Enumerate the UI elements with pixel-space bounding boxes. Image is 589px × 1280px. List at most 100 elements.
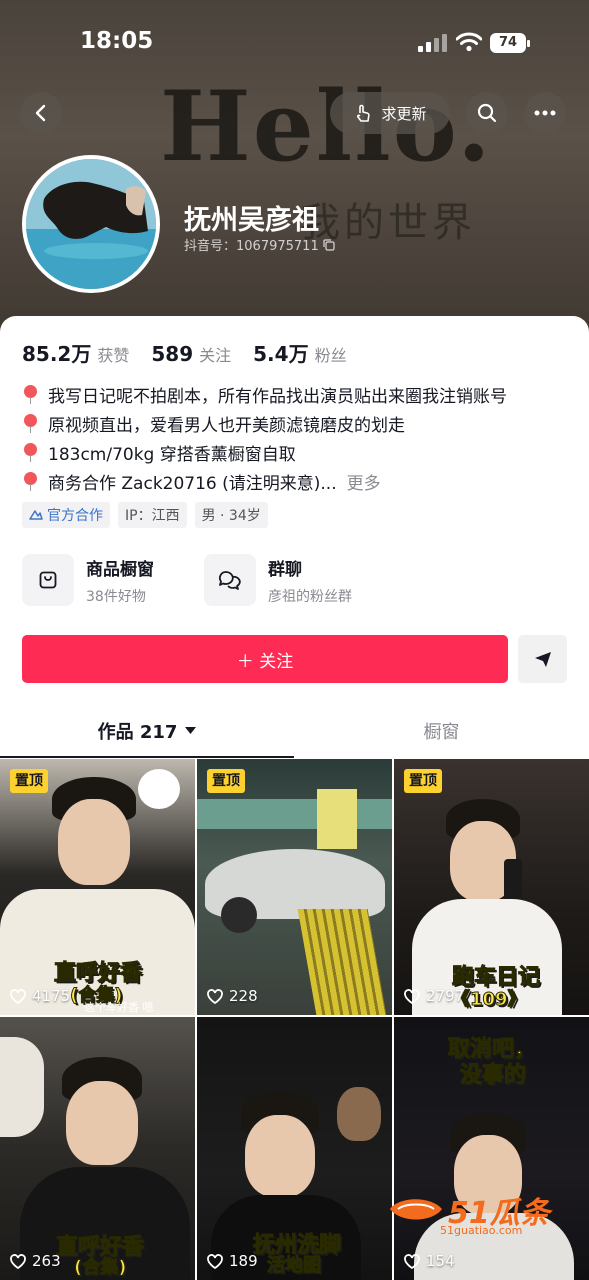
cover-face: [66, 1081, 138, 1165]
video-likes: 189: [207, 1252, 258, 1270]
more-options-button[interactable]: [524, 92, 566, 134]
cover-wheel: [221, 897, 257, 933]
feature-group-text: 群聊 彦祖的粉丝群: [268, 555, 352, 606]
douyin-id[interactable]: 抖音号：1067975711: [184, 235, 335, 254]
feature-group-chat[interactable]: 群聊 彦祖的粉丝群: [204, 554, 352, 606]
tag-official-label: 官方合作: [47, 508, 103, 524]
profile-page: Hello. 我的世界 18:05 74 求更新 抚州吴彦祖 抖音号：10679…: [0, 0, 589, 1280]
bio-text: 我写日记呢不拍剧本，所有作品找出演员贴出来圈我注销账号: [48, 387, 507, 407]
video-likes-count: 4175: [32, 987, 71, 1005]
partner-icon: [29, 510, 43, 520]
video-likes: 4175: [10, 987, 70, 1005]
video-likes: 2797: [404, 987, 464, 1005]
chevron-left-icon: [35, 104, 46, 122]
share-button[interactable]: [518, 635, 567, 683]
video-thumbnail[interactable]: 抚州洗脚 活地图 189: [197, 1017, 392, 1280]
tab-works-label: 作品 217: [97, 722, 178, 743]
video-likes-count: 228: [229, 987, 258, 1005]
stat-likes-value: 85.2万: [22, 342, 92, 366]
heart-icon: [404, 988, 420, 1004]
status-time: 18:05: [80, 28, 154, 54]
red-pin-icon: [22, 472, 39, 491]
watermark-url: 51guatiao.com: [440, 1224, 523, 1237]
video-likes-count: 154: [426, 1252, 455, 1270]
video-likes: 228: [207, 987, 258, 1005]
heart-icon: [404, 1253, 420, 1269]
profile-tags: 官方合作 IP：江西 男 · 34岁: [22, 502, 268, 528]
heart-icon: [207, 1253, 223, 1269]
tap-hand-icon: [357, 104, 371, 122]
video-caption-sub: 没事的: [459, 1063, 527, 1089]
heart-icon: [207, 988, 223, 1004]
pinned-badge: 置顶: [10, 769, 48, 793]
profile-tabs: 作品 217 橱窗: [0, 704, 589, 758]
bunny-sticker-icon: [138, 769, 180, 809]
back-button[interactable]: [20, 92, 62, 134]
search-icon: [477, 103, 497, 123]
red-pin-icon: [22, 385, 39, 404]
cellular-signal-icon: [418, 34, 447, 52]
avatar[interactable]: [22, 155, 160, 293]
copy-icon[interactable]: [323, 238, 335, 251]
tag-ip-location: IP：江西: [118, 502, 187, 528]
video-thumbnail[interactable]: 置顶 228: [197, 759, 392, 1015]
video-caption-sub: (合集): [73, 1257, 127, 1279]
profile-name: 抚州吴彦祖: [184, 205, 319, 236]
bio-more-link[interactable]: 更多: [347, 469, 381, 494]
video-thumbnail[interactable]: 置顶 跑车日记 《109》 2797: [394, 759, 589, 1015]
profile-stats: 85.2万 获赞 589 关注 5.4万 粉丝: [22, 338, 369, 367]
douyin-id-text: 抖音号：1067975711: [184, 239, 319, 254]
stat-following-label: 关注: [199, 346, 232, 365]
video-likes-count: 189: [229, 1252, 258, 1270]
cover-phone: [504, 859, 522, 899]
send-arrow-icon: [534, 652, 551, 667]
chat-bubble-icon: [218, 571, 241, 590]
bio-line: 我写日记呢不拍剧本，所有作品找出演员贴出来圈我注销账号: [22, 380, 582, 409]
cover-face: [58, 799, 130, 885]
heart-icon: [10, 988, 26, 1004]
video-caption-sub: 活地图: [267, 1255, 322, 1277]
request-update-button[interactable]: 求更新: [330, 92, 450, 134]
wifi-icon: [456, 32, 482, 52]
watermark-melon-icon: [390, 1199, 442, 1220]
red-pin-icon: [22, 414, 39, 433]
video-likes-count: 263: [32, 1252, 61, 1270]
bio-line: 183cm/70kg 穿搭香薰橱窗自取: [22, 438, 582, 467]
chat-bubble-icon-wrap: [204, 554, 256, 606]
feature-product-text: 商品橱窗 38件好物: [86, 555, 154, 606]
tab-underline: [0, 756, 294, 758]
tag-official-partner[interactable]: 官方合作: [22, 502, 110, 528]
bio-line: 商务合作 Zack20716 (请注明来意)... 更多: [22, 467, 582, 496]
feature-product-title: 商品橱窗: [86, 559, 154, 580]
profile-bio: 我写日记呢不拍剧本，所有作品找出演员贴出来圈我注销账号 原视频直出，爱看男人也开…: [22, 380, 582, 496]
cover-face-back: [337, 1087, 381, 1141]
follow-button[interactable]: ＋ 关注: [22, 635, 508, 683]
video-thumbnail[interactable]: 取消吧， 没事的 154: [394, 1017, 589, 1280]
tab-works[interactable]: 作品 217: [0, 704, 294, 758]
feature-group-subtitle: 彦祖的粉丝群: [268, 588, 352, 605]
stat-following[interactable]: 589 关注: [151, 342, 231, 366]
battery-icon: 74: [490, 33, 530, 53]
bio-text: 原视频直出，爱看男人也开美颜滤镜磨皮的划走: [48, 416, 405, 436]
stat-followers-value: 5.4万: [253, 342, 309, 366]
tab-showcase[interactable]: 橱窗: [294, 704, 589, 758]
status-bar: 18:05 74: [0, 28, 589, 60]
feature-product-showcase[interactable]: 商品橱窗 38件好物: [22, 554, 154, 606]
stat-followers-label: 粉丝: [314, 346, 347, 365]
video-thumbnail[interactable]: 置顶 直呼好香 (合集) 这个车好香 嗯 4175: [0, 759, 195, 1015]
stat-likes[interactable]: 85.2万 获赞: [22, 338, 129, 367]
bio-text: 183cm/70kg 穿搭香薰橱窗自取: [48, 445, 296, 465]
cover-garage-wall: [197, 799, 392, 829]
stat-followers[interactable]: 5.4万 粉丝: [253, 338, 346, 367]
stat-likes-label: 获赞: [97, 346, 130, 365]
search-button[interactable]: [466, 92, 508, 134]
caret-down-icon: [185, 727, 197, 734]
more-dots-icon: [534, 110, 556, 116]
cover-face: [245, 1115, 315, 1197]
video-subtitle: 这个车好香 嗯: [84, 1001, 154, 1014]
video-thumbnail[interactable]: 直呼好香 (合集) 263: [0, 1017, 195, 1280]
bio-text: 商务合作 Zack20716 (请注明来意)...: [48, 474, 337, 494]
video-likes: 263: [10, 1252, 61, 1270]
shopping-bag-icon: [39, 571, 57, 589]
bio-line: 原视频直出，爱看男人也开美颜滤镜磨皮的划走: [22, 409, 582, 438]
